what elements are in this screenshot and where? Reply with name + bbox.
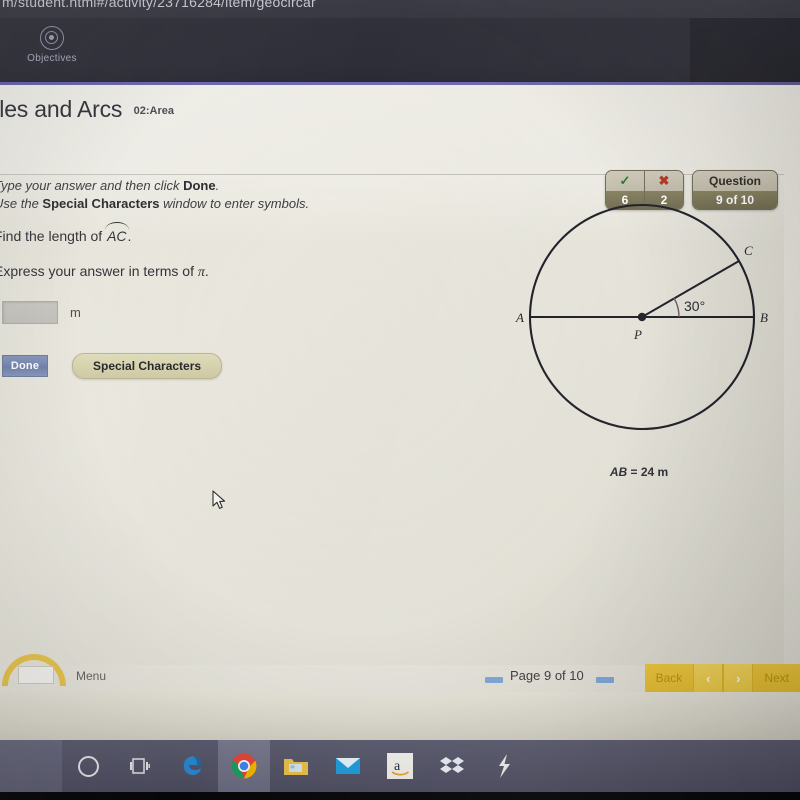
instr2-a: Use the	[0, 196, 39, 211]
lightning-glyph	[499, 754, 510, 778]
cursor-arrow-shape	[212, 490, 226, 509]
cross-icon: ✖	[645, 171, 683, 191]
activity-panel: Type your answer and then click Done. Us…	[0, 170, 784, 665]
caption-segment-ab: AB	[609, 465, 628, 479]
question-suffix: .	[127, 228, 132, 244]
angle-arc-marker	[673, 297, 680, 318]
instr1-a: Type your answer and then click	[0, 178, 184, 193]
envelope-glyph	[336, 758, 360, 774]
page-navigation: Back ‹ › Next	[644, 664, 800, 692]
page-bottom-bar: Menu Page 9 of 10 Back ‹ › Next	[0, 654, 800, 692]
done-button[interactable]: Done	[2, 355, 48, 377]
question-progress-label: Question	[693, 171, 777, 191]
dropbox-icon[interactable]	[426, 740, 478, 792]
page-marker-left	[485, 677, 503, 683]
label-c: C	[744, 243, 753, 258]
page-accent-line	[0, 82, 800, 85]
target-icon	[40, 26, 64, 50]
instr2-bold: Special Characters	[42, 196, 160, 211]
mouse-cursor	[212, 490, 226, 509]
instruction-line-2: Use the Special Characters window to ent…	[0, 196, 309, 211]
start-button[interactable]	[0, 740, 62, 792]
desktop-gap	[0, 692, 800, 740]
label-a: A	[515, 310, 524, 325]
lightning-app-icon[interactable]	[478, 740, 530, 792]
question-prompt: Find the length of AC.	[0, 222, 132, 244]
app-header-bar	[0, 18, 800, 82]
page-indicator: Page 9 of 10	[510, 668, 584, 683]
page-title: cles and Arcs 02:Area	[0, 96, 174, 123]
objectives-label: Objectives	[27, 53, 77, 64]
previous-page-icon[interactable]: ‹	[693, 664, 724, 692]
special-characters-button[interactable]: Special Characters	[72, 353, 223, 379]
browser-chrome: m/student.html#/activity/23716284/item/g…	[0, 0, 800, 82]
page-marker-right	[596, 677, 614, 683]
file-explorer-icon[interactable]	[270, 740, 322, 792]
instr2-b: window to enter symbols.	[159, 196, 310, 211]
next-page-icon[interactable]: ›	[723, 664, 754, 692]
app-header-right-region	[690, 18, 800, 82]
url-text: m/student.html#/activity/23716284/item/g…	[2, 0, 316, 10]
screen-bottom-edge	[0, 792, 800, 800]
lesson-title-text: cles and Arcs	[0, 96, 123, 122]
answer-input[interactable]	[2, 301, 58, 324]
menu-arc-inner-box	[18, 666, 54, 684]
express-suffix: .	[204, 263, 209, 279]
action-buttons-row: Done Special Characters	[2, 353, 223, 379]
folder-glyph	[284, 759, 308, 775]
check-icon: ✓	[606, 171, 644, 191]
windows-taskbar: a	[0, 740, 800, 792]
cortana-icon[interactable]	[62, 740, 114, 792]
arc-ac-label: AC	[105, 222, 130, 244]
svg-text:a: a	[394, 759, 401, 774]
lesson-subtitle-text: 02:Area	[133, 105, 174, 117]
edge-glyph	[183, 756, 201, 776]
mail-icon[interactable]	[322, 740, 374, 792]
task-view-icon[interactable]	[114, 740, 166, 792]
answer-row: m	[2, 301, 81, 324]
chrome-browser-icon[interactable]	[218, 740, 270, 792]
question-prefix: Find the length of	[0, 228, 107, 244]
dropbox-glyph	[440, 757, 464, 773]
amazon-icon[interactable]: a	[374, 740, 426, 792]
circle-diagram: A B C P 30°	[515, 203, 768, 431]
objectives-button[interactable]: Objectives	[24, 26, 80, 64]
lesson-page: cles and Arcs 02:Area Type your answer a…	[0, 82, 800, 692]
instruction-line-1: Type your answer and then click Done.	[0, 178, 219, 193]
instr1-bold: Done	[183, 178, 216, 193]
photographed-screen: m/student.html#/activity/23716284/item/g…	[0, 0, 800, 800]
amazon-a-glyph: a	[391, 759, 410, 776]
menu-button[interactable]: Menu	[76, 669, 106, 683]
task-view-glyph	[130, 758, 150, 774]
figure-caption: AB = 24 m	[494, 465, 784, 479]
express-text: Express your answer in terms of	[0, 263, 198, 279]
center-point-p	[637, 312, 647, 322]
next-button[interactable]: Next	[753, 664, 800, 692]
caption-segment-rest: = 24 m	[627, 465, 669, 479]
label-p: P	[633, 327, 642, 342]
cortana-circle-glyph	[77, 755, 99, 777]
label-b: B	[760, 310, 768, 325]
pi-symbol: π	[197, 265, 205, 280]
instr1-b: .	[215, 178, 220, 193]
edge-browser-icon[interactable]	[166, 740, 218, 792]
url-bar[interactable]: m/student.html#/activity/23716284/item/g…	[0, 0, 800, 18]
back-button[interactable]: Back	[645, 664, 694, 692]
answer-unit-label: m	[70, 305, 81, 320]
angle-label-30deg: 30°	[684, 298, 705, 314]
chrome-glyph	[231, 753, 257, 779]
express-instruction: Express your answer in terms of π.	[0, 263, 209, 281]
